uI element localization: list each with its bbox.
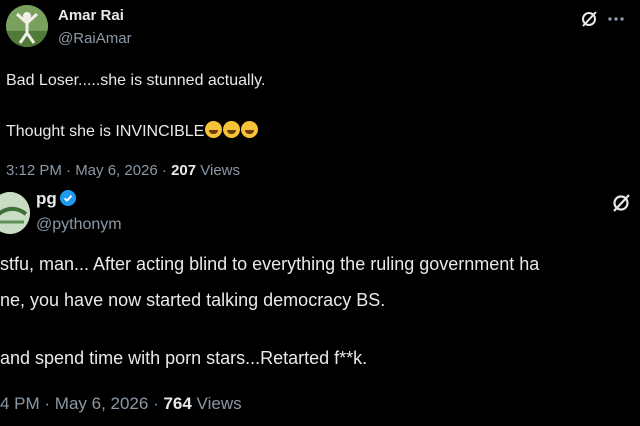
author-handle[interactable]: @pythonym — [36, 216, 122, 234]
post-text-line: and spend time with porn stars...Retarte… — [0, 348, 368, 368]
post-timestamp[interactable]: 4 PM · May 6, 2026 · 764 Views — [0, 394, 242, 414]
avatar-image — [0, 192, 30, 234]
author-name[interactable]: pg — [36, 189, 76, 209]
post-amar-rai[interactable]: Amar Rai @RaiAmar Bad Loser.....she is s… — [0, 0, 640, 185]
views-count: 764 — [163, 394, 192, 413]
loudly-crying-emoji-icon — [223, 121, 241, 138]
author-name[interactable]: Amar Rai — [58, 7, 124, 24]
avatar-image — [6, 5, 48, 47]
post-text-line: Thought she is INVINCIBLE — [6, 121, 259, 141]
views-count: 207 — [171, 162, 197, 179]
avatar[interactable] — [0, 192, 30, 234]
rolling-on-floor-laughing-emoji-icon — [205, 121, 223, 138]
grok-icon[interactable] — [580, 10, 598, 33]
avatar[interactable] — [6, 5, 48, 47]
post-timestamp[interactable]: 3:12 PM · May 6, 2026 · 207 Views — [6, 162, 240, 179]
more-icon[interactable] — [606, 10, 626, 33]
post-pg[interactable]: pg @pythonym stfu, man... After acting b… — [0, 185, 640, 426]
post-text-line: Bad Loser.....she is stunned actually. — [6, 72, 266, 89]
verified-badge-icon — [59, 190, 76, 206]
grok-icon[interactable] — [611, 193, 631, 218]
post-text-line: stfu, man... After acting blind to every… — [0, 254, 540, 274]
author-handle[interactable]: @RaiAmar — [58, 30, 132, 47]
post-text-line: ne, you have now started talking democra… — [0, 290, 386, 310]
grinning-squinting-emoji-icon — [241, 121, 259, 138]
